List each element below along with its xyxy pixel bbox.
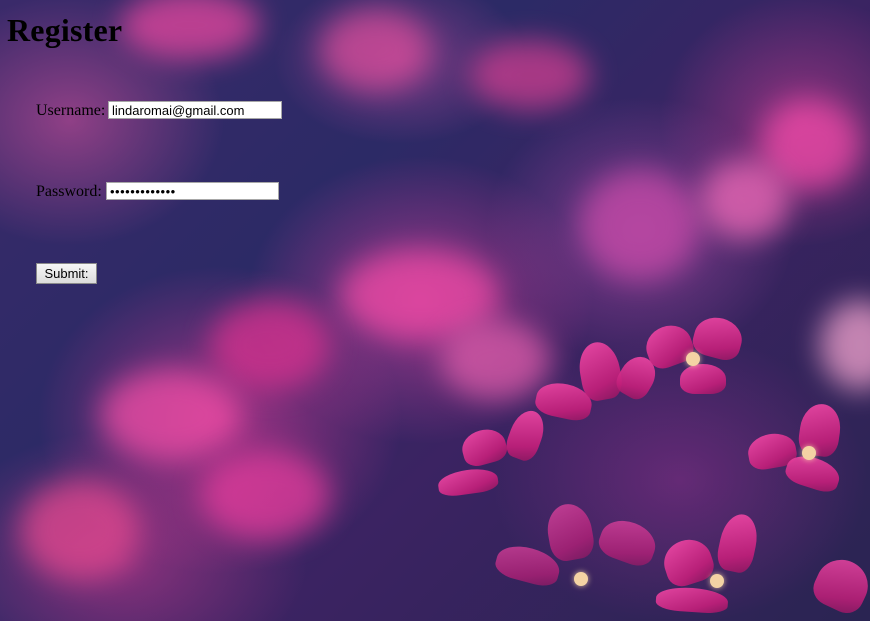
- bokeh-blob: [820, 300, 870, 390]
- flower-petal: [658, 533, 718, 591]
- bokeh-blob: [100, 370, 240, 460]
- password-input[interactable]: [106, 182, 279, 200]
- username-label: Username:: [36, 102, 106, 119]
- flower-center: [686, 352, 700, 366]
- bokeh-blob: [120, 0, 260, 60]
- flower-petal: [543, 500, 597, 564]
- flower-petal: [655, 585, 729, 615]
- bokeh-blob: [470, 40, 590, 110]
- flower-petal: [458, 424, 510, 470]
- flower-petal: [502, 406, 550, 464]
- flower-petal: [436, 465, 500, 499]
- flower-petal: [807, 551, 870, 619]
- flower-petal: [714, 510, 762, 576]
- password-label: Password:: [36, 183, 102, 200]
- flower-center: [802, 446, 816, 460]
- bokeh-blob: [440, 320, 550, 400]
- page-title: Register: [7, 12, 123, 48]
- submit-button[interactable]: Submit:: [36, 263, 97, 284]
- bokeh-blob: [580, 170, 700, 280]
- flower-petal: [594, 513, 662, 571]
- bokeh-blob: [320, 10, 430, 90]
- bokeh-blob: [700, 160, 790, 240]
- flower-center: [574, 572, 588, 586]
- bokeh-blob: [20, 480, 140, 580]
- bokeh-blob: [210, 300, 330, 390]
- username-input[interactable]: [108, 101, 282, 119]
- background-flower-image: [0, 0, 870, 621]
- flower-center: [710, 574, 724, 588]
- bokeh-blob: [200, 450, 330, 540]
- flower-petal: [680, 364, 726, 394]
